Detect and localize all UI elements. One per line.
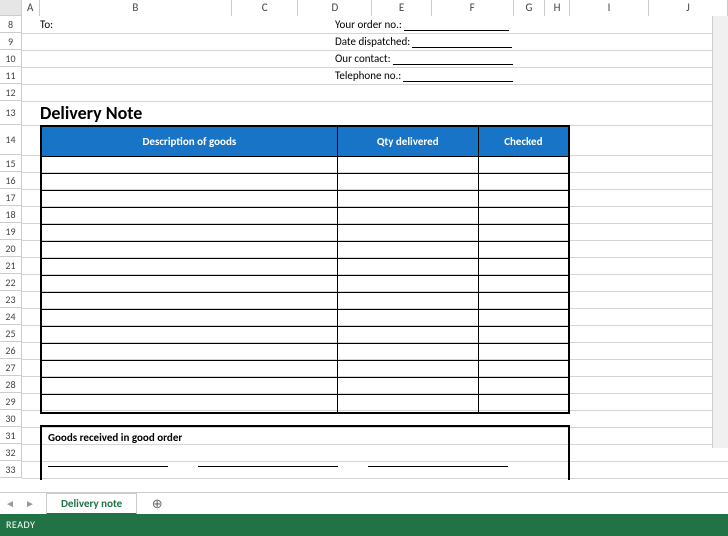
table-row[interactable] [42,395,568,412]
new-sheet-button[interactable]: ⊕ [145,493,169,515]
goods-received-box: Goods received in good order [40,425,570,480]
row-header-31[interactable]: 31 [0,427,22,444]
col-header-G[interactable]: G [514,0,546,16]
row-header-18[interactable]: 18 [0,206,22,223]
row-header-11[interactable]: 11 [0,67,22,84]
row-header-22[interactable]: 22 [0,274,22,291]
row-header-27[interactable]: 27 [0,359,22,376]
table-row[interactable] [42,344,568,361]
meta-label: Our contact: [335,52,391,65]
table-row[interactable] [42,174,568,191]
row-header-21[interactable]: 21 [0,257,22,274]
signature-line [48,466,168,467]
meta-blank-line [412,36,512,48]
row-header-14[interactable]: 14 [0,125,22,155]
table-row[interactable] [42,208,568,225]
meta-row: Date dispatched: [335,33,513,50]
spreadsheet-grid: ABCDEFGHIJ 89101112131415161718192021222… [0,0,728,492]
col-header-F[interactable]: F [432,0,514,16]
sheet-tab-active[interactable]: Delivery note [46,493,137,515]
meta-fields: Your order no.: Date dispatched: Our conta… [335,16,513,84]
row-header-25[interactable]: 25 [0,325,22,342]
meta-label: Your order no.: [335,18,402,31]
col-header-J[interactable]: J [649,0,728,16]
table-row[interactable] [42,361,568,378]
row-header-24[interactable]: 24 [0,308,22,325]
table-row[interactable] [42,259,568,276]
tab-nav-next[interactable]: ► [20,494,40,514]
meta-label: Telephone no.: [335,69,401,82]
table-row[interactable] [42,327,568,344]
signature-line [368,466,508,467]
col-header-A[interactable]: A [22,0,40,16]
meta-row: Telephone no.: [335,67,513,84]
table-row[interactable] [42,378,568,395]
col-header-C[interactable]: C [232,0,298,16]
footer-label: Goods received in good order [48,431,562,444]
col-header-H[interactable]: H [545,0,570,16]
row-header-8[interactable]: 8 [0,16,22,33]
col-description: Description of goods [42,127,338,156]
row-header-26[interactable]: 26 [0,342,22,359]
row-header-13[interactable]: 13 [0,101,22,125]
row-header-10[interactable]: 10 [0,50,22,67]
col-qty: Qty delivered [338,127,479,156]
row-header-32[interactable]: 32 [0,444,22,461]
document-title: Delivery Note [40,102,142,124]
row-header-20[interactable]: 20 [0,240,22,257]
row-header-33[interactable]: 33 [0,461,22,478]
row-header-17[interactable]: 17 [0,189,22,206]
goods-table: Description of goods Qty delivered Check… [40,125,570,414]
row-header-9[interactable]: 9 [0,33,22,50]
vertical-scrollbar[interactable] [712,16,728,448]
row-header-30[interactable]: 30 [0,410,22,427]
row-header-23[interactable]: 23 [0,291,22,308]
select-all-corner[interactable] [0,0,22,16]
row-header-28[interactable]: 28 [0,376,22,393]
col-header-E[interactable]: E [372,0,431,16]
table-header-row: Description of goods Qty delivered Check… [42,127,568,157]
col-header-I[interactable]: I [570,0,649,16]
meta-blank-line [393,53,513,65]
to-label: To: [40,18,53,31]
table-row[interactable] [42,276,568,293]
meta-label: Date dispatched: [335,35,410,48]
tab-nav-prev[interactable]: ◄ [0,494,20,514]
signature-lines [48,466,562,467]
table-row[interactable] [42,225,568,242]
row-header-15[interactable]: 15 [0,155,22,172]
row-header-16[interactable]: 16 [0,172,22,189]
status-text: READY [6,518,35,531]
sheet-tab-bar: ◄ ► Delivery note ⊕ [0,492,728,514]
table-row[interactable] [42,191,568,208]
table-row[interactable] [42,157,568,174]
col-header-D[interactable]: D [298,0,372,16]
status-bar: READY [0,514,728,536]
row-header-12[interactable]: 12 [0,84,22,101]
row-header-29[interactable]: 29 [0,393,22,410]
row-header-19[interactable]: 19 [0,223,22,240]
meta-row: Our contact: [335,50,513,67]
row-headers: 8910111213141516171819202122232425262728… [0,16,22,478]
column-headers: ABCDEFGHIJ [0,0,728,16]
meta-row: Your order no.: [335,16,513,33]
table-row[interactable] [42,242,568,259]
table-row[interactable] [42,293,568,310]
meta-blank-line [403,70,513,82]
meta-blank-line [404,19,509,31]
col-header-B[interactable]: B [40,0,233,16]
table-row[interactable] [42,310,568,327]
col-checked: Checked [479,127,568,156]
signature-line [198,466,338,467]
